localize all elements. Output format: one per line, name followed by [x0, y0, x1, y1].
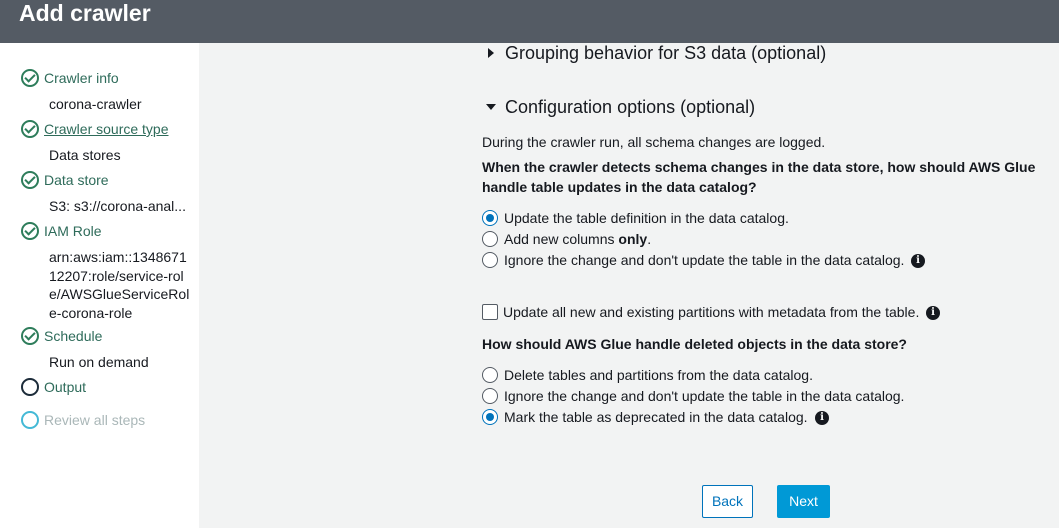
step-value-source-type: Data stores — [49, 147, 121, 163]
step-label: Schedule — [44, 328, 103, 344]
radio-label: Delete tables and partitions from the da… — [504, 367, 813, 383]
check-circle-icon — [21, 222, 39, 240]
check-circle-icon — [21, 171, 39, 189]
header-bar: Add crawler — [0, 0, 1059, 43]
back-button[interactable]: Back — [702, 485, 753, 518]
step-value-schedule: Run on demand — [49, 354, 149, 370]
grouping-behavior-section-title[interactable]: Grouping behavior for S3 data (optional) — [505, 42, 826, 64]
schema-change-question-line2: handle table updates in the data catalog… — [482, 179, 757, 195]
step-label: Output — [44, 379, 87, 395]
empty-circle-icon — [21, 411, 39, 429]
radio-label: Update the table definition in the data … — [504, 210, 789, 226]
radio-label: Mark the table as deprecated in the data… — [504, 409, 808, 425]
radio-button[interactable] — [482, 367, 498, 383]
radio-label: Ignore the change and don't update the t… — [504, 252, 905, 268]
caret-right-icon[interactable] — [488, 48, 494, 58]
schema-changes-intro: During the crawler run, all schema chang… — [482, 134, 826, 150]
radio-button[interactable] — [482, 231, 498, 247]
step-label: Crawler info — [44, 70, 119, 86]
wizard-steps-sidebar: Crawler info corona-crawler Crawler sour… — [0, 43, 199, 528]
update-partitions-label: Update all new and existing partitions w… — [503, 304, 920, 320]
info-icon[interactable]: i — [911, 254, 925, 268]
step-label-link[interactable]: Crawler source type — [44, 120, 169, 138]
step-label: IAM Role — [44, 223, 102, 239]
step-value-iam-role: arn:aws:iam::134867112207:role/service-r… — [49, 249, 190, 321]
step-label: Review all steps — [44, 412, 146, 428]
empty-circle-icon — [21, 378, 39, 396]
radio-label: Add new columns only. — [504, 231, 652, 247]
check-circle-icon — [21, 120, 39, 138]
info-icon[interactable]: i — [815, 411, 829, 425]
check-circle-icon — [21, 69, 39, 87]
caret-down-icon[interactable] — [486, 104, 496, 110]
check-circle-icon — [21, 327, 39, 345]
radio-button[interactable] — [482, 409, 498, 425]
step-label: Data store — [44, 172, 109, 188]
configuration-options-section-title[interactable]: Configuration options (optional) — [505, 96, 755, 118]
page-title: Add crawler — [19, 0, 151, 26]
info-icon[interactable]: i — [926, 306, 940, 320]
step-value-crawler-name: corona-crawler — [49, 96, 142, 112]
main-content: Grouping behavior for S3 data (optional)… — [199, 43, 1059, 528]
radio-button[interactable] — [482, 252, 498, 268]
deleted-objects-question: How should AWS Glue handle deleted objec… — [482, 336, 907, 352]
radio-label: Ignore the change and don't update the t… — [504, 388, 905, 404]
radio-button[interactable] — [482, 210, 498, 226]
schema-change-question-line1: When the crawler detects schema changes … — [482, 159, 1036, 175]
radio-button[interactable] — [482, 388, 498, 404]
step-value-data-store: S3: s3://corona-anal... — [49, 198, 186, 214]
next-button[interactable]: Next — [777, 485, 830, 518]
update-partitions-checkbox[interactable] — [482, 304, 498, 320]
